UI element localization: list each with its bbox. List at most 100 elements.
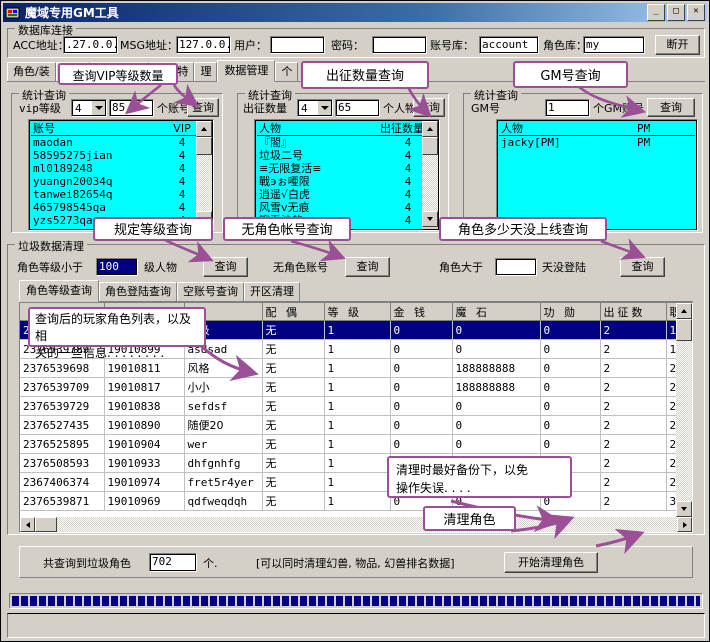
hscrollbar-track[interactable]: [57, 517, 677, 532]
progress-bar-fill: [12, 596, 700, 606]
march-query-button[interactable]: 查询: [413, 98, 445, 117]
gm-query-button[interactable]: 查询: [647, 98, 695, 117]
cell-role-id: 19010904: [104, 435, 184, 454]
list-item[interactable]: ml01892484: [31, 162, 211, 175]
role-level-query-button[interactable]: 查询: [203, 257, 248, 277]
list-item[interactable]: jacky[PM]PM: [499, 136, 695, 149]
col-level[interactable]: 等 级: [324, 303, 390, 321]
scrollbar-thumb[interactable]: [676, 319, 692, 341]
col-money[interactable]: 金 钱: [390, 303, 452, 321]
vip-level-combo[interactable]: 4: [71, 99, 107, 117]
total-garbage-roles-value[interactable]: 702: [149, 553, 197, 572]
maximize-button[interactable]: □: [667, 4, 685, 21]
cell-spouse: 无: [262, 321, 324, 340]
scrollbar-thumb[interactable]: [422, 137, 438, 155]
march-list-header: 人物 出征数量: [257, 122, 437, 136]
hscrollbar-thumb[interactable]: [35, 517, 57, 532]
cell-role-id: 19010933: [104, 454, 184, 473]
col-spouse[interactable]: 配 偶: [262, 303, 324, 321]
list-item[interactable]: maodan4: [31, 136, 211, 149]
gm-character-list[interactable]: 人物 PM jacky[PM]PM: [496, 119, 698, 231]
table-row[interactable]: 2376539871 19010969 qdfweqdqh 无 1 0 0 0 …: [20, 492, 693, 511]
list-item[interactable]: 『閤』4: [257, 136, 437, 149]
cell-money: 0: [390, 416, 452, 435]
chevron-down-icon[interactable]: [317, 100, 332, 116]
table-row[interactable]: 2367406374 19010974 fret5r4yer 无 1 0 0 0…: [20, 473, 693, 492]
chevron-down-icon[interactable]: [91, 100, 106, 116]
grid-horizontal-scrollbar[interactable]: [20, 517, 692, 532]
account-db-input[interactable]: account: [479, 36, 539, 54]
march-count-input[interactable]: 65: [335, 99, 380, 117]
cell-march-count: 2: [600, 321, 666, 340]
list-item[interactable]: yuangn20034q4: [31, 175, 211, 188]
list-item[interactable]: 58595275jian4: [31, 149, 211, 162]
role-level-input[interactable]: 100: [96, 258, 138, 276]
role-db-input[interactable]: my: [583, 36, 645, 54]
subtab-open-server-cleanup[interactable]: 开区清理: [244, 282, 300, 301]
vip-query-button[interactable]: 查询: [187, 98, 219, 117]
scroll-up-icon[interactable]: [196, 121, 212, 137]
cell-march-count: 2: [600, 492, 666, 511]
table-row[interactable]: 2376525895 19010904 wer 无 1 0 0 0 2 20: [20, 435, 693, 454]
cell-role-name: qdfweqdqh: [184, 492, 262, 511]
grid-vertical-scrollbar[interactable]: [676, 303, 692, 517]
scrollbar-track[interactable]: [196, 155, 212, 211]
close-button[interactable]: ✕: [687, 4, 705, 21]
days-offline-input[interactable]: [495, 258, 537, 276]
cell-march-count: 2: [600, 378, 666, 397]
col-merit[interactable]: 功 勋: [540, 303, 600, 321]
acc-address-input[interactable]: .27.0.0.1: [63, 36, 118, 54]
vip-list-scrollbar[interactable]: [196, 121, 212, 229]
scroll-up-icon[interactable]: [676, 303, 692, 319]
list-item[interactable]: 戰϶ぉ唖限4: [257, 175, 437, 188]
vip-count-input[interactable]: 85: [109, 99, 154, 117]
march-list-scrollbar[interactable]: [422, 121, 438, 229]
days-offline-query-button[interactable]: 查询: [620, 257, 665, 277]
list-item[interactable]: ≡无限复活≡4: [257, 162, 437, 175]
vip-account-list[interactable]: 账号 VIP maodan4 58595275jian4 ml01892484 …: [28, 119, 214, 231]
tab-personal[interactable]: 个: [275, 62, 298, 81]
vip-list-item-name: tanwei82654q: [33, 188, 153, 201]
march-character-list[interactable]: 人物 出征数量 『閤』4 垃圾二号4 ≡无限复活≡4 戰϶ぉ唖限4 逍遥√白虎4…: [254, 119, 440, 231]
cell-money: 0: [390, 397, 452, 416]
subtab-role-level-query[interactable]: 角色等级查询: [19, 280, 99, 302]
tab-manage[interactable]: 理: [194, 62, 217, 81]
col-march-count[interactable]: 出征数: [600, 303, 666, 321]
scrollbar-track[interactable]: [676, 341, 692, 501]
list-item[interactable]: tanwei82654q4: [31, 188, 211, 201]
scroll-left-icon[interactable]: [20, 517, 35, 532]
password-input[interactable]: [372, 36, 427, 54]
table-row[interactable]: 2376539709 19010817 小小 无 1 0 188888888 0…: [20, 378, 693, 397]
start-cleanup-button[interactable]: 开始清理角色: [504, 552, 598, 573]
list-item[interactable]: 逍遥√白虎4: [257, 188, 437, 201]
msg-address-input[interactable]: 127.0.0.1: [176, 36, 231, 54]
scrollbar-thumb[interactable]: [196, 137, 212, 155]
disconnect-button[interactable]: 断开: [655, 35, 700, 55]
cell-account-id: 2376539871: [20, 492, 104, 511]
scroll-down-icon[interactable]: [422, 211, 438, 227]
scroll-up-icon[interactable]: [422, 121, 438, 137]
cell-spouse: 无: [262, 435, 324, 454]
list-item[interactable]: 风雪v无痕4: [257, 201, 437, 214]
list-item[interactable]: 垃圾二号4: [257, 149, 437, 162]
gm-count-input[interactable]: 1: [545, 99, 590, 117]
col-magic-stone[interactable]: 魔 石: [452, 303, 540, 321]
table-row[interactable]: 2376527435 19010890 随便20 无 1 0 0 0 2 20: [20, 416, 693, 435]
subtab-empty-account-query[interactable]: 空账号查询: [177, 282, 244, 301]
cell-merit: 0: [540, 435, 600, 454]
subtab-role-login-query[interactable]: 角色登陆查询: [99, 282, 177, 301]
minimize-button[interactable]: _: [647, 4, 665, 21]
scroll-down-icon[interactable]: [676, 501, 692, 517]
scroll-right-icon[interactable]: [677, 517, 692, 532]
tab-data-management[interactable]: 数据管理: [217, 60, 275, 82]
march-count-combo[interactable]: 4: [297, 99, 333, 117]
table-row[interactable]: 2376539729 19010838 sefdsf 无 1 0 0 0 2 2…: [20, 397, 693, 416]
user-input[interactable]: [270, 36, 325, 54]
march-list-item-name: 逍遥√白虎: [259, 188, 379, 201]
table-row[interactable]: 2376508593 19010933 dhfgnhfg 无 1 0 0 0 2…: [20, 454, 693, 473]
no-role-query-button[interactable]: 查询: [345, 257, 390, 277]
tab-role-equip[interactable]: 角色/装: [7, 62, 56, 81]
scrollbar-track[interactable]: [422, 155, 438, 211]
cell-magic-stone: 188888888: [452, 378, 540, 397]
list-item[interactable]: 465798545qa4: [31, 201, 211, 214]
